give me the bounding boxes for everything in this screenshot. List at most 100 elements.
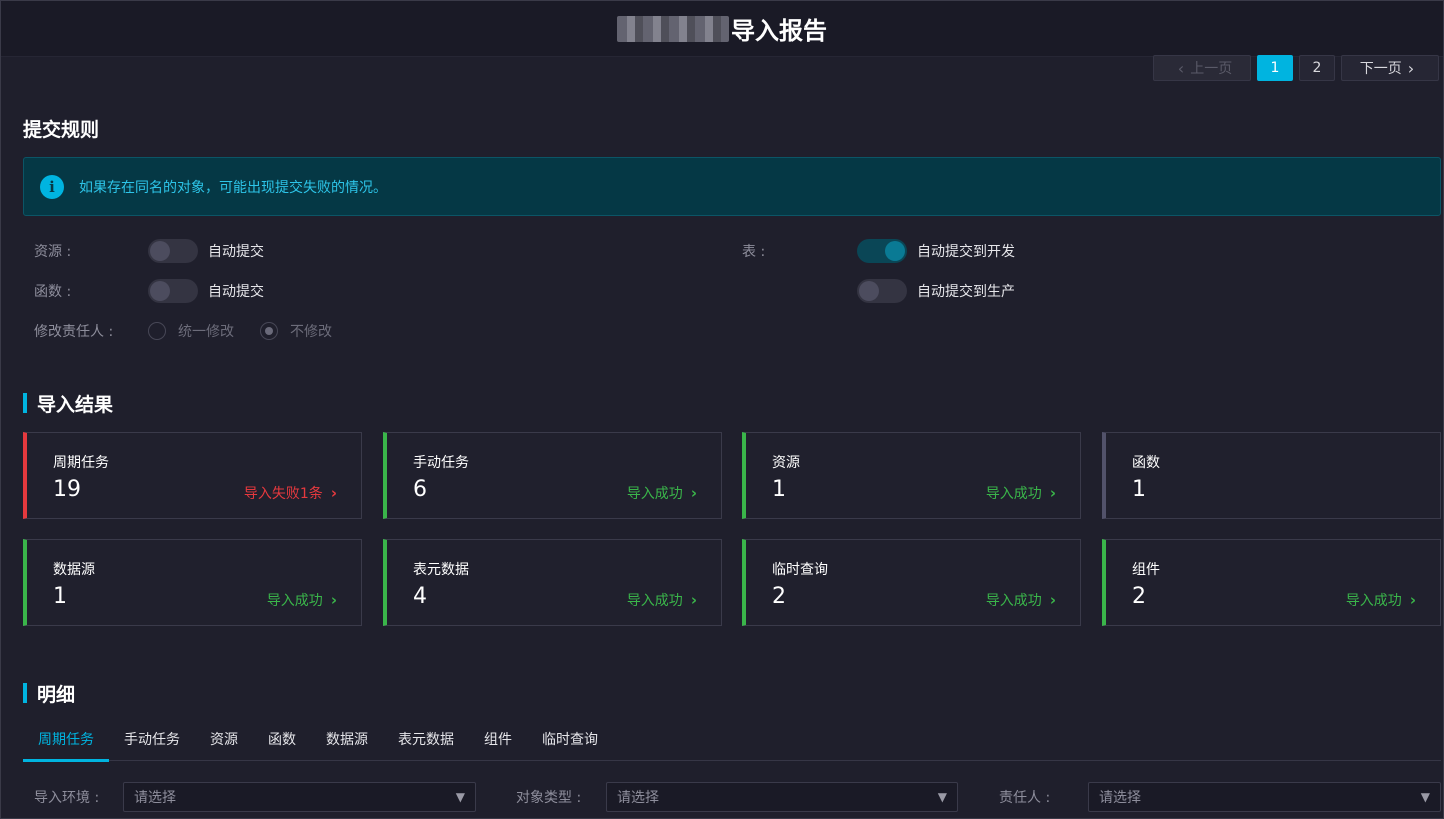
details-heading: 明细 xyxy=(23,680,75,707)
report-header: 导入报告 xyxy=(1,1,1443,57)
info-icon: i xyxy=(40,174,64,199)
detail-tabs: 周期任务 手动任务 资源 函数 数据源 表元数据 组件 临时查询 xyxy=(23,727,1441,762)
table-dev-text: 自动提交到开发 xyxy=(917,244,1015,260)
owner-label: 修改责任人 : xyxy=(34,324,114,340)
card-count: 1 xyxy=(772,477,786,502)
tab-datasource[interactable]: 数据源 xyxy=(311,727,383,761)
rule-function: 函数 : 自动提交 xyxy=(34,278,264,304)
result-card-resource[interactable]: 资源 1 导入成功 › xyxy=(742,432,1081,519)
card-status-text: 导入成功 xyxy=(985,593,1042,609)
owner-unified-radio[interactable] xyxy=(148,322,166,340)
resource-label: 资源 : xyxy=(34,244,72,260)
result-card-function: 函数 1 xyxy=(1102,432,1441,519)
function-auto-submit-toggle[interactable] xyxy=(148,279,198,303)
card-count: 2 xyxy=(1132,584,1146,609)
card-status-text: 导入成功 xyxy=(626,593,683,609)
title-wrap: 导入报告 xyxy=(617,11,827,46)
card-label: 资源 xyxy=(772,455,800,471)
rule-table-prod: 自动提交到生产 xyxy=(857,278,1015,304)
card-status[interactable]: 导入成功 › xyxy=(627,483,697,503)
table-dev-toggle[interactable] xyxy=(857,239,907,263)
tab-component[interactable]: 组件 xyxy=(469,727,527,761)
table-label: 表 : xyxy=(742,244,766,260)
result-card-adhoc-query[interactable]: 临时查询 2 导入成功 › xyxy=(742,539,1081,626)
card-count: 1 xyxy=(1132,477,1146,502)
function-label: 函数 : xyxy=(34,284,72,300)
table-prod-text: 自动提交到生产 xyxy=(917,284,1015,300)
filter-label: 责任人 : xyxy=(999,790,1051,806)
prev-page-label: 上一页 xyxy=(1190,61,1233,77)
card-status-text: 导入成功 xyxy=(1345,593,1402,609)
owner-none-radio[interactable] xyxy=(260,322,278,340)
card-status[interactable]: 导入成功 › xyxy=(1346,590,1416,610)
card-count: 19 xyxy=(53,477,81,502)
card-count: 2 xyxy=(772,584,786,609)
rules-heading: 提交规则 xyxy=(23,119,100,141)
prev-page-button[interactable]: ‹ 上一页 xyxy=(1153,55,1251,81)
object-type-select[interactable]: 请选择 ▼ xyxy=(606,782,958,812)
card-status-text: 导入成功 xyxy=(985,486,1042,502)
page-2-button[interactable]: 2 xyxy=(1299,55,1335,81)
chevron-left-icon: ‹ xyxy=(1177,58,1185,78)
card-status-text: 导入失败1条 xyxy=(243,486,323,502)
pagination: ‹ 上一页 1 2 下一页 › xyxy=(1153,55,1439,81)
select-placeholder: 请选择 xyxy=(134,790,176,806)
chevron-right-icon: › xyxy=(690,484,697,502)
owner-select[interactable]: 请选择 ▼ xyxy=(1088,782,1441,812)
card-label: 周期任务 xyxy=(53,455,109,471)
redacted-project-name xyxy=(617,15,729,42)
filter-owner: 责任人 : 请选择 ▼ xyxy=(999,782,1441,812)
next-page-label: 下一页 xyxy=(1359,61,1402,77)
tab-manual-task[interactable]: 手动任务 xyxy=(109,727,195,761)
environment-select[interactable]: 请选择 ▼ xyxy=(123,782,476,812)
function-toggle-text: 自动提交 xyxy=(208,284,264,300)
card-status[interactable]: 导入成功 › xyxy=(986,590,1056,610)
tab-resource[interactable]: 资源 xyxy=(195,727,253,761)
rule-owner: 修改责任人 : 统一修改 不修改 xyxy=(34,318,332,344)
chevron-down-icon: ▼ xyxy=(937,790,947,804)
select-placeholder: 请选择 xyxy=(617,790,659,806)
tab-table-metadata[interactable]: 表元数据 xyxy=(383,727,469,761)
filter-label: 对象类型 : xyxy=(516,790,582,806)
card-status[interactable]: 导入成功 › xyxy=(267,590,337,610)
tab-cycle-task[interactable]: 周期任务 xyxy=(23,727,109,762)
owner-unified-text: 统一修改 xyxy=(178,324,234,340)
card-status[interactable]: 导入失败1条 › xyxy=(244,483,337,503)
result-card-datasource[interactable]: 数据源 1 导入成功 › xyxy=(23,539,362,626)
owner-none-text: 不修改 xyxy=(290,324,332,340)
select-placeholder: 请选择 xyxy=(1099,790,1141,806)
resource-toggle-text: 自动提交 xyxy=(208,244,264,260)
resource-auto-submit-toggle[interactable] xyxy=(148,239,198,263)
result-card-component[interactable]: 组件 2 导入成功 › xyxy=(1102,539,1441,626)
chevron-down-icon: ▼ xyxy=(455,790,465,804)
chevron-right-icon: › xyxy=(330,484,337,502)
chevron-right-icon: › xyxy=(1407,58,1415,78)
info-alert: i 如果存在同名的对象，可能出现提交失败的情况。 xyxy=(23,157,1441,216)
result-card-table-metadata[interactable]: 表元数据 4 导入成功 › xyxy=(383,539,722,626)
filter-environment: 导入环境 : 请选择 ▼ xyxy=(34,782,476,812)
next-page-button[interactable]: 下一页 › xyxy=(1341,55,1439,81)
tab-adhoc-query[interactable]: 临时查询 xyxy=(527,727,613,761)
card-count: 1 xyxy=(53,584,67,609)
card-label: 函数 xyxy=(1132,455,1160,471)
chevron-right-icon: › xyxy=(1409,591,1416,609)
alert-text: 如果存在同名的对象，可能出现提交失败的情况。 xyxy=(79,179,387,196)
card-count: 6 xyxy=(413,477,427,502)
chevron-right-icon: › xyxy=(1049,484,1056,502)
table-prod-toggle[interactable] xyxy=(857,279,907,303)
card-label: 临时查询 xyxy=(772,562,828,578)
result-card-manual-task[interactable]: 手动任务 6 导入成功 › xyxy=(383,432,722,519)
rule-table-dev: 表 : 自动提交到开发 xyxy=(742,238,1015,264)
card-count: 4 xyxy=(413,584,427,609)
card-status-text: 导入成功 xyxy=(266,593,323,609)
card-label: 手动任务 xyxy=(413,455,469,471)
filter-label: 导入环境 : xyxy=(34,790,100,806)
chevron-down-icon: ▼ xyxy=(1420,790,1430,804)
card-status[interactable]: 导入成功 › xyxy=(986,483,1056,503)
filter-object-type: 对象类型 : 请选择 ▼ xyxy=(516,782,958,812)
result-card-cycle-task[interactable]: 周期任务 19 导入失败1条 › xyxy=(23,432,362,519)
card-label: 表元数据 xyxy=(413,562,469,578)
card-status[interactable]: 导入成功 › xyxy=(627,590,697,610)
page-1-button[interactable]: 1 xyxy=(1257,55,1293,81)
tab-function[interactable]: 函数 xyxy=(253,727,311,761)
